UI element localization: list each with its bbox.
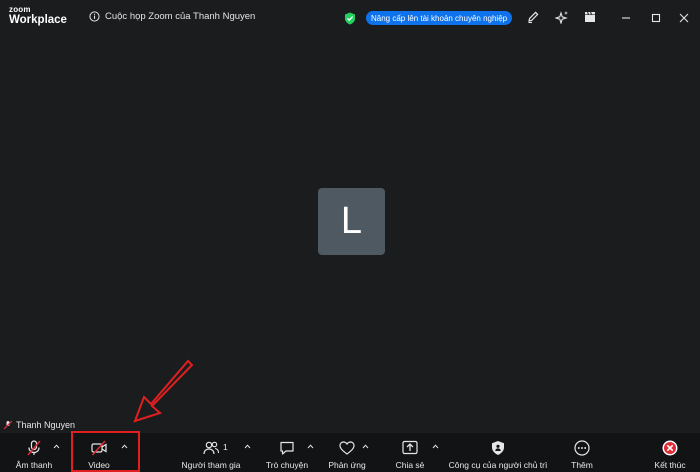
participants-icon <box>203 441 220 455</box>
participant-avatar: L <box>318 188 385 255</box>
host-shield-icon <box>492 441 504 455</box>
end-icon <box>662 440 678 456</box>
annotation-highlight-box <box>71 431 140 472</box>
participants-caret-icon[interactable] <box>244 444 251 449</box>
clapper-icon[interactable] <box>583 10 597 24</box>
meeting-title-text: Cuộc họp Zoom của Thanh Nguyen <box>105 11 256 22</box>
reactions-button[interactable]: Phản ứng <box>325 433 369 472</box>
audio-button[interactable]: Âm thanh <box>8 433 60 472</box>
chat-icon <box>280 441 294 455</box>
maximize-icon[interactable] <box>649 11 663 25</box>
heart-icon <box>339 441 355 455</box>
upgrade-button[interactable]: Nâng cấp lên tài khoản chuyên nghiệp <box>366 11 513 25</box>
avatar-letter: L <box>340 200 363 242</box>
participants-button[interactable]: Người tham gia <box>178 433 244 472</box>
meeting-title[interactable]: Cuộc họp Zoom của Thanh Nguyen <box>89 11 255 22</box>
title-bar: zoom Workplace Cuộc họp Zoom của Thanh N… <box>0 0 700 36</box>
end-button[interactable]: Kết thúc <box>650 433 690 472</box>
participants-label: Người tham gia <box>181 460 241 470</box>
share-label: Chia sẻ <box>395 460 425 470</box>
close-icon[interactable] <box>677 11 691 25</box>
share-caret-icon[interactable] <box>432 444 439 449</box>
info-icon[interactable] <box>89 11 100 22</box>
shield-icon[interactable] <box>344 12 356 25</box>
audio-caret-icon[interactable] <box>53 444 60 449</box>
share-icon <box>402 440 418 455</box>
chat-button[interactable]: Trò chuyện <box>262 433 312 472</box>
reactions-label: Phản ứng <box>328 460 366 470</box>
logo-workplace-text: Workplace <box>9 14 67 26</box>
participants-count: 1 <box>223 442 228 452</box>
more-label: Thêm <box>571 460 593 470</box>
end-label: Kết thúc <box>654 460 686 470</box>
more-icon <box>574 440 590 456</box>
zoom-workplace-logo: zoom Workplace <box>9 6 67 27</box>
sparkle-icon[interactable] <box>555 10 569 24</box>
more-button[interactable]: Thêm <box>564 433 600 472</box>
participant-name: Thanh Nguyen <box>16 420 76 430</box>
audio-label: Âm thanh <box>15 460 53 470</box>
host-tools-button[interactable]: Công cụ của người chủ trì <box>446 433 550 472</box>
share-button[interactable]: Chia sẻ <box>392 433 428 472</box>
mic-muted-icon <box>27 440 41 456</box>
minimize-icon[interactable] <box>619 11 633 25</box>
pen-icon[interactable] <box>526 10 540 24</box>
chat-label: Trò chuyện <box>265 460 309 470</box>
participant-name-tag: Thanh Nguyen <box>3 420 75 430</box>
host-tools-label: Công cụ của người chủ trì <box>448 460 548 470</box>
chat-caret-icon[interactable] <box>307 444 314 449</box>
reactions-caret-icon[interactable] <box>362 444 369 449</box>
logo-zoom-text: zoom <box>9 5 31 14</box>
mic-muted-small-icon <box>3 420 13 430</box>
